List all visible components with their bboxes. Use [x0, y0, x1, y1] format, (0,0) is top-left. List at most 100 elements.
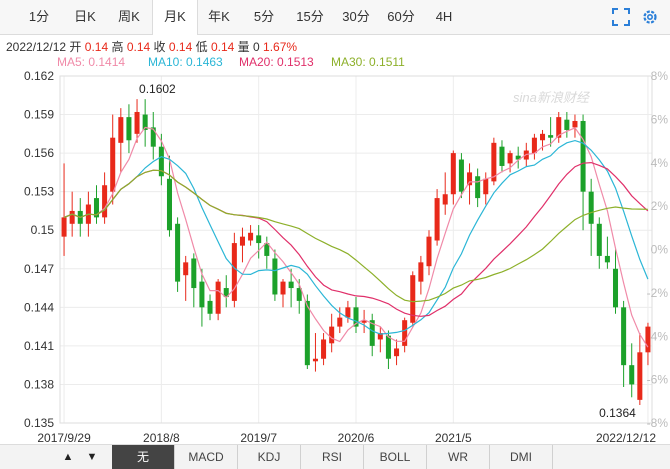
candle-body [280, 281, 286, 295]
candle [515, 146, 521, 169]
candle-body [548, 135, 554, 138]
candle-body [256, 235, 262, 244]
percent-tick-label: 2% [651, 199, 669, 213]
tab-30min[interactable]: 30分 [338, 0, 374, 34]
candle-body [272, 258, 278, 295]
candle-body [110, 137, 116, 192]
date-tick-label: 2018/8 [143, 431, 180, 444]
percent-tick-label: -8% [647, 416, 669, 430]
candle-body [540, 133, 546, 141]
tab-4h[interactable]: 4H [430, 0, 458, 34]
info-high: 0.14 [126, 40, 151, 54]
candle-body [604, 255, 610, 263]
date-axis: 2017/9/29 2018/8 2019/7 2020/6 2021/5 2022/12… [37, 431, 656, 444]
date-tick-label: 2020/6 [338, 431, 375, 444]
candle [377, 326, 383, 353]
fullscreen-icon[interactable] [611, 7, 631, 27]
candle-body [166, 178, 172, 231]
candle-body [596, 223, 602, 256]
candle [612, 249, 619, 314]
percent-axis: 8%6%4%2%0%-2%-4%-6%-8% [647, 69, 669, 430]
candle [102, 172, 108, 224]
candle [637, 333, 643, 406]
price-tick-label: 0.147 [24, 262, 54, 276]
scroll-down-button[interactable]: ▼ [82, 447, 102, 467]
candle-body [337, 317, 343, 327]
date-tick-label: 2022/12/12 [596, 431, 656, 444]
indicator-bar: ▲ ▼ 无 MACD KDJ RSI BOLL WR DMI [0, 444, 670, 469]
settings-icon[interactable] [640, 7, 660, 27]
candle [361, 309, 367, 334]
candle [353, 297, 359, 334]
candle [629, 343, 635, 398]
kline-chart[interactable]: 0.162 0.159 0.156 0.153 0.15 0.147 0.144 0.141 0… [0, 66, 670, 444]
date-tick-label: 2019/7 [240, 431, 277, 444]
tab-60min[interactable]: 60分 [383, 0, 419, 34]
indicator-kdj[interactable]: KDJ [238, 445, 301, 469]
indicator-rsi[interactable]: RSI [301, 445, 364, 469]
tab-yearly-k[interactable]: 年K [202, 0, 236, 34]
candle-body [175, 223, 181, 282]
candle-body [126, 117, 132, 141]
tab-5min[interactable]: 5分 [248, 0, 280, 34]
candle-body [345, 307, 351, 318]
indicator-wr[interactable]: WR [427, 445, 490, 469]
period-tab-bar: 1分 日K 周K 月K 年K 5分 15分 30分 60分 4H [0, 0, 670, 35]
candle [369, 313, 375, 357]
candle [499, 140, 505, 173]
max-price-label: 0.1602 [139, 82, 176, 96]
candle [191, 253, 197, 308]
candle [329, 313, 335, 353]
price-tick-label: 0.144 [24, 300, 54, 314]
candle-body [402, 320, 408, 346]
scroll-up-button[interactable]: ▲ [58, 447, 78, 467]
percent-tick-label: -6% [647, 373, 669, 387]
percent-tick-label: 6% [651, 112, 669, 126]
indicator-none[interactable]: 无 [112, 445, 175, 469]
date-tick-label: 2021/5 [435, 431, 472, 444]
percent-tick-label: 8% [651, 69, 669, 83]
candle-body [572, 120, 578, 128]
candle [418, 255, 424, 295]
candle [588, 178, 594, 256]
candle-body [304, 300, 310, 366]
candle-body [458, 159, 464, 192]
candle-body [134, 111, 140, 134]
candle [483, 172, 489, 205]
candle-body [434, 198, 440, 241]
indicator-boll[interactable]: BOLL [364, 445, 427, 469]
candle-body [102, 185, 108, 218]
ohlc-info-line: 2022/12/12 开 0.14 高 0.14 收 0.14 低 0.14 量… [6, 38, 297, 55]
tab-daily-k[interactable]: 日K [68, 0, 102, 34]
min-price-label: 0.1364 [599, 406, 636, 420]
info-volume-label: 量 [237, 40, 250, 54]
candle [183, 255, 189, 301]
info-open: 0.14 [84, 40, 109, 54]
candle-body [450, 153, 456, 195]
candle-body [588, 191, 594, 224]
candle-body [629, 365, 635, 385]
sina-watermark: sina新浪财经 [513, 90, 591, 105]
tab-weekly-k[interactable]: 周K [112, 0, 146, 34]
tab-1min[interactable]: 1分 [24, 0, 54, 34]
price-tick-label: 0.159 [24, 108, 54, 122]
info-close-label: 收 [153, 40, 166, 54]
candle [596, 217, 602, 269]
candle-body [150, 127, 156, 147]
candle-body [475, 176, 481, 199]
candle [118, 108, 124, 173]
candle [345, 300, 351, 323]
candle-body [215, 281, 221, 314]
candle [93, 185, 100, 224]
candle [402, 317, 408, 353]
candle [621, 300, 627, 388]
indicator-macd[interactable]: MACD [175, 445, 238, 469]
candle-body [288, 281, 294, 289]
tab-monthly-k[interactable]: 月K [152, 0, 198, 35]
candle-body [239, 236, 245, 246]
candle [312, 333, 318, 372]
info-high-label: 高 [111, 40, 124, 54]
percent-tick-label: 4% [651, 156, 669, 170]
tab-15min[interactable]: 15分 [292, 0, 328, 34]
indicator-dmi[interactable]: DMI [490, 445, 553, 469]
